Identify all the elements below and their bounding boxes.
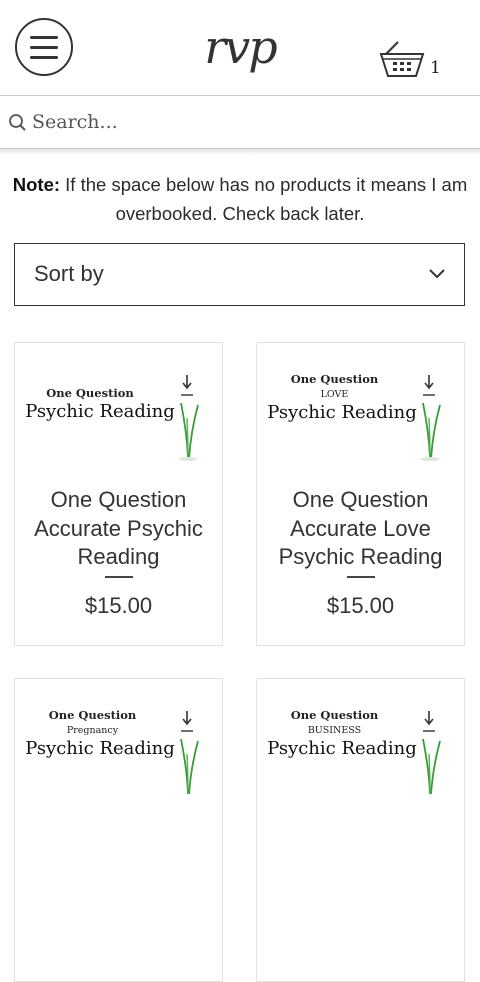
note-text: If the space below has no products it me…	[60, 174, 468, 224]
grass-sprig-icon	[422, 711, 441, 795]
grass-sprig-icon	[180, 711, 199, 795]
product-image-caption: One Question	[290, 708, 379, 722]
grass-sprig-icon	[421, 375, 441, 461]
product-image-caption: One Question	[48, 708, 137, 722]
product-divider	[347, 576, 375, 578]
product-card[interactable]: One Question Pregnancy Psychic Reading	[14, 678, 223, 982]
site-header: rvp 1	[0, 0, 480, 95]
sort-dropdown-label: Sort by	[34, 261, 104, 286]
grass-sprig-icon	[179, 375, 199, 461]
sort-dropdown[interactable]: Sort by	[14, 243, 465, 306]
product-image-caption: One Question	[290, 372, 379, 386]
search-bar[interactable]	[0, 95, 480, 149]
chevron-down-icon	[429, 269, 445, 279]
product-price: $15.00	[326, 593, 395, 618]
product-image-title: Psychic Reading	[25, 738, 175, 759]
product-image-subtitle: Pregnancy	[66, 725, 119, 736]
search-icon	[9, 114, 26, 131]
product-image[interactable]: One Question BUSINESS Psychic Reading	[257, 699, 464, 799]
product-image-subtitle: BUSINESS	[307, 725, 362, 736]
product-card[interactable]: One Question BUSINESS Psychic Reading	[256, 678, 465, 982]
overbooked-note: Note: If the space below has no products…	[0, 170, 480, 228]
product-card[interactable]: One Question Psychic Reading One Questio…	[14, 342, 223, 646]
product-divider	[105, 576, 133, 578]
product-image-title: Psychic Reading	[25, 401, 175, 422]
product-title[interactable]: One Question Accurate Psychic Reading	[15, 486, 222, 572]
product-image[interactable]: One Question Psychic Reading	[15, 363, 222, 463]
product-price: $15.00	[84, 593, 153, 618]
product-card[interactable]: One Question LOVE Psychic Reading One Qu…	[256, 342, 465, 646]
search-input[interactable]	[32, 108, 462, 136]
product-image[interactable]: One Question LOVE Psychic Reading	[257, 363, 464, 463]
note-label: Note:	[12, 174, 61, 195]
cart-count-badge: 1	[430, 58, 441, 78]
product-image-title: Psychic Reading	[267, 402, 417, 423]
product-image-subtitle: LOVE	[320, 389, 349, 400]
product-title[interactable]: One Question Accurate Love Psychic Readi…	[257, 486, 464, 572]
product-image-caption: One Question	[46, 386, 134, 400]
search-shadow	[0, 149, 480, 155]
shopping-basket-icon	[379, 41, 425, 77]
product-image[interactable]: One Question Pregnancy Psychic Reading	[15, 699, 222, 799]
product-image-title: Psychic Reading	[267, 738, 417, 759]
